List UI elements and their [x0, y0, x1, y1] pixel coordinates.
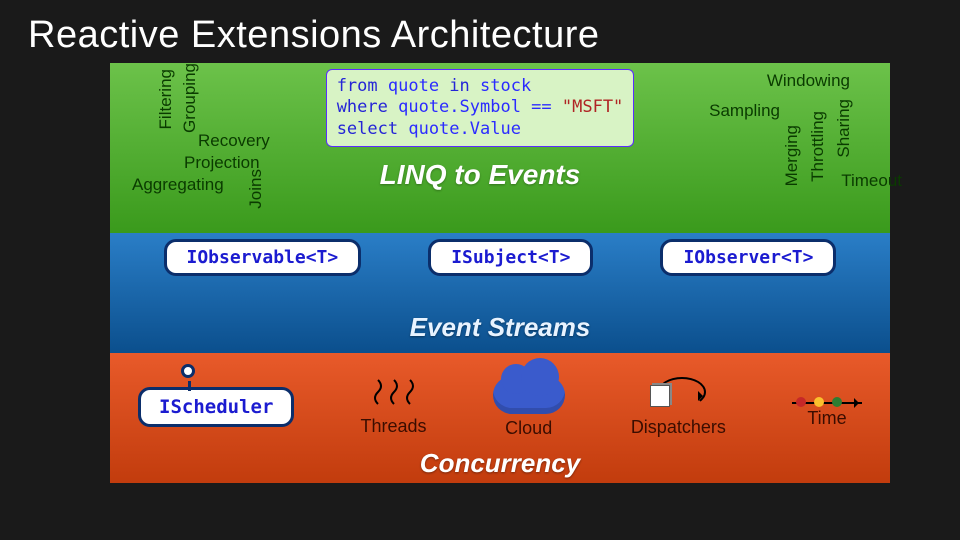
kw-in: in [449, 76, 469, 96]
op-sampling: Sampling [709, 101, 780, 121]
op-sharing: Sharing [834, 99, 854, 158]
kw-select: select [337, 119, 398, 139]
concur-dispatchers: Dispatchers [631, 377, 726, 438]
linq-headline: LINQ to Events [380, 159, 581, 191]
kw-from: from [337, 76, 378, 96]
op-joins: Joins [246, 169, 266, 209]
op-throttling: Throttling [808, 111, 828, 182]
time-icon [792, 402, 862, 404]
concur-cloud: Cloud [493, 376, 565, 439]
layer-event-streams: IObservable<T> ISubject<T> IObserver<T> … [110, 233, 890, 353]
kw-where: where [337, 97, 388, 117]
iface-isubject: ISubject<T> [428, 239, 593, 276]
iface-ischeduler: IScheduler [138, 387, 294, 427]
ops-right-cluster: Windowing Sampling Sharing Throttling Me… [670, 63, 890, 233]
op-timeout: Timeout [841, 171, 902, 191]
concur-time: Time [792, 386, 862, 429]
cloud-icon [493, 376, 565, 414]
op-recovery: Recovery [198, 131, 270, 151]
ischeduler-label: IScheduler [159, 396, 273, 418]
op-filtering: Filtering [156, 69, 176, 129]
iface-iobserver: IObserver<T> [660, 239, 836, 276]
plug-icon [181, 364, 195, 378]
code-text: quote.Symbol == [388, 97, 562, 117]
threads-icon [372, 378, 416, 412]
time-label: Time [807, 408, 846, 429]
event-streams-headline: Event Streams [110, 312, 890, 343]
ops-left-cluster: Filtering Grouping Recovery Projection A… [110, 63, 290, 233]
concurrency-headline: Concurrency [110, 448, 890, 479]
op-merging: Merging [782, 125, 802, 186]
concur-threads: Threads [361, 378, 427, 437]
diagram-stage: Filtering Grouping Recovery Projection A… [110, 63, 890, 483]
iface-iobservable: IObservable<T> [164, 239, 362, 276]
op-windowing: Windowing [767, 71, 850, 91]
threads-label: Threads [361, 416, 427, 437]
layer-concurrency: IScheduler Threads Cloud Dispatchers [110, 353, 890, 483]
linq-center: from quote in stock where quote.Symbol =… [290, 63, 670, 233]
dispatchers-label: Dispatchers [631, 417, 726, 438]
layer-linq: Filtering Grouping Recovery Projection A… [110, 63, 890, 233]
code-text: quote [378, 76, 450, 96]
dispatchers-icon [650, 377, 706, 413]
code-text: quote.Value [398, 119, 521, 139]
code-text: stock [470, 76, 531, 96]
page-title: Reactive Extensions Architecture [0, 0, 960, 63]
code-snippet: from quote in stock where quote.Symbol =… [326, 69, 635, 147]
code-string: "MSFT" [562, 97, 623, 117]
op-grouping: Grouping [180, 63, 200, 133]
cloud-label: Cloud [505, 418, 552, 439]
op-aggregating: Aggregating [132, 175, 224, 195]
